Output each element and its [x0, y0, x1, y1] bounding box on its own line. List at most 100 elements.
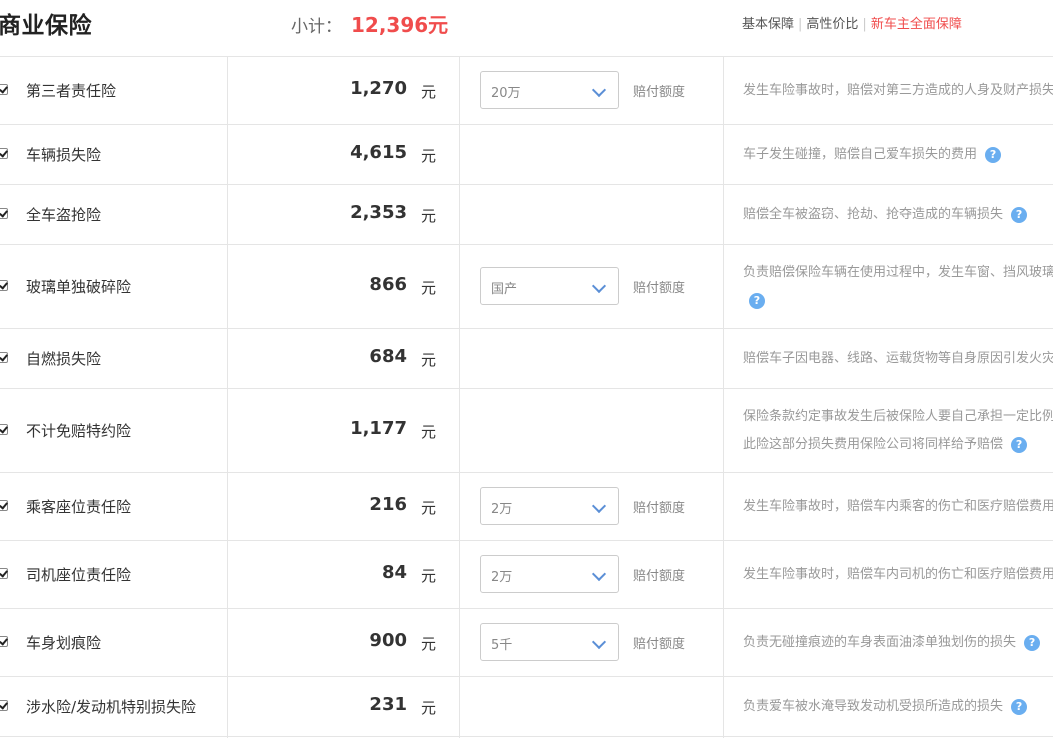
price-unit: 元 [421, 699, 437, 717]
help-icon[interactable]: ? [1011, 436, 1028, 453]
insurance-price: 84 [381, 562, 407, 583]
coverage-select-value: 2万 [491, 570, 513, 585]
coverage-select[interactable]: 2万 [480, 487, 619, 525]
help-icon[interactable]: ? [1011, 206, 1028, 223]
price-unit: 元 [421, 351, 437, 369]
divider: | [798, 17, 803, 32]
insurance-name: 乘客座位责任险 [26, 498, 132, 516]
coverage-select[interactable]: 国产 [480, 267, 619, 305]
insurance-checkbox[interactable] [0, 208, 8, 219]
insurance-name: 司机座位责任险 [26, 566, 132, 584]
coverage-select-value: 2万 [491, 502, 513, 517]
insurance-price: 684 [369, 346, 407, 367]
description-text: 发生车险事故时，赔偿车内司机的伤亡和医疗赔偿费用 [743, 567, 1053, 582]
insurance-row: 司机座位责任险 84 元 2万 赔付额度 发生车险事故时，赔偿车内司机的伤亡和医疗赔… [0, 541, 1053, 609]
description-text: 车子发生碰撞，赔偿自己爱车损失的费用 [743, 147, 978, 162]
coverage-select[interactable]: 2万 [480, 555, 619, 593]
insurance-row: 乘客座位责任险 216 元 2万 赔付额度 发生车险事故时，赔偿车内乘客的伤亡和医疗… [0, 473, 1053, 541]
coverage-label: 赔付额度 [633, 569, 686, 584]
help-icon[interactable]: ? [1011, 698, 1028, 715]
insurance-description: 车子发生碰撞，赔偿自己爱车损失的费用? [743, 141, 1053, 169]
description-text: 负责爱车被水淹导致发动机受损所造成的损失 [743, 699, 1004, 714]
insurance-price: 866 [369, 274, 407, 295]
description-line: ? [743, 287, 1053, 315]
insurance-checkbox[interactable] [0, 424, 8, 435]
insurance-checkbox[interactable] [0, 84, 8, 95]
coverage-select-value: 20万 [491, 86, 521, 101]
plan-selector: 基本保障 | 高性价比 | 新车主全面保障 [742, 13, 962, 32]
price-unit: 元 [421, 279, 437, 297]
insurance-checkbox[interactable] [0, 568, 8, 579]
price-unit: 元 [421, 147, 437, 165]
subtotal-amount: 12,396元 [351, 13, 449, 37]
chevron-down-icon [591, 566, 607, 582]
insurance-row: 车辆损失险 4,615 元 车子发生碰撞，赔偿自己爱车损失的费用? [0, 125, 1053, 185]
coverage-select-value: 国产 [491, 282, 518, 297]
price-unit: 元 [421, 567, 437, 585]
description-text: 发生车险事故时，赔偿车内乘客的伤亡和医疗赔偿费用 [743, 499, 1053, 514]
page-title: 商业保险 [0, 13, 92, 39]
subtotal-label: 小计： [291, 17, 342, 37]
insurance-price: 4,615 [350, 142, 407, 163]
price-unit: 元 [421, 635, 437, 653]
coverage-select-value: 5千 [491, 638, 513, 653]
insurance-row: 车身划痕险 900 元 5千 赔付额度 负责无碰撞痕迹的车身表面油漆单独划伤的损失? [0, 609, 1053, 677]
coverage-label: 赔付额度 [633, 637, 686, 652]
description-line: 负责赔偿保险车辆在使用过程中，发生车窗、挡风玻璃 [743, 265, 1053, 280]
insurance-row: 自燃损失险 684 元 赔偿车子因电器、线路、运载货物等自身原因引发火灾? [0, 329, 1053, 389]
insurance-description: 赔偿全车被盗窃、抢劫、抢夺造成的车辆损失? [743, 201, 1053, 229]
insurance-price: 2,353 [350, 202, 407, 223]
insurance-checkbox[interactable] [0, 280, 8, 291]
insurance-description: 负责爱车被水淹导致发动机受损所造成的损失? [743, 693, 1053, 721]
plan-full-button[interactable]: 新车主全面保障 [871, 17, 962, 32]
insurance-checkbox[interactable] [0, 700, 8, 711]
chevron-down-icon [591, 634, 607, 650]
insurance-name: 第三者责任险 [26, 82, 117, 100]
insurance-name: 涉水险/发动机特别损失险 [26, 698, 197, 716]
coverage-label: 赔付额度 [633, 281, 686, 296]
insurance-checkbox[interactable] [0, 636, 8, 647]
insurance-description: 发生车险事故时，赔偿车内乘客的伤亡和医疗赔偿费用? [743, 493, 1053, 521]
insurance-description: 发生车险事故时，赔偿对第三方造成的人身及财产损失? [743, 77, 1053, 105]
insurance-price: 900 [369, 630, 407, 651]
insurance-name: 玻璃单独破碎险 [26, 278, 132, 296]
insurance-row: 玻璃单独破碎险 866 元 国产 赔付额度 负责赔偿保险车辆在使用过程中，发生车窗、… [0, 245, 1053, 329]
insurance-checkbox[interactable] [0, 148, 8, 159]
insurance-description: 发生车险事故时，赔偿车内司机的伤亡和医疗赔偿费用? [743, 561, 1053, 589]
insurance-price: 1,177 [350, 418, 407, 439]
description-line: 此险这部分损失费用保险公司将同样给予赔偿? [743, 431, 1053, 459]
coverage-select[interactable]: 20万 [480, 71, 619, 109]
insurance-description: 负责赔偿保险车辆在使用过程中，发生车窗、挡风玻璃 ? [743, 259, 1053, 315]
description-text: 负责无碰撞痕迹的车身表面油漆单独划伤的损失 [743, 635, 1017, 650]
divider: | [862, 17, 867, 32]
insurance-checkbox[interactable] [0, 352, 8, 363]
description-line: 保险条款约定事故发生后被保险人要自己承担一定比例 [743, 409, 1053, 424]
coverage-select[interactable]: 5千 [480, 623, 619, 661]
insurance-checkbox[interactable] [0, 500, 8, 511]
plan-basic-button[interactable]: 基本保障 [742, 17, 794, 32]
insurance-row: 不计免赔特约险 1,177 元 保险条款约定事故发生后被保险人要自己承担一定比例 此… [0, 389, 1053, 473]
price-unit: 元 [421, 423, 437, 441]
coverage-label: 赔付额度 [633, 85, 686, 100]
insurance-row: 全车盗抢险 2,353 元 赔偿全车被盗窃、抢劫、抢夺造成的车辆损失? [0, 185, 1053, 245]
insurance-description: 负责无碰撞痕迹的车身表面油漆单独划伤的损失? [743, 629, 1053, 657]
insurance-name: 全车盗抢险 [26, 206, 102, 224]
price-unit: 元 [421, 83, 437, 101]
plan-value-button[interactable]: 高性价比 [806, 17, 858, 32]
insurance-name: 车身划痕险 [26, 634, 102, 652]
chevron-down-icon [591, 278, 607, 294]
insurance-row: 涉水险/发动机特别损失险 231 元 负责爱车被水淹导致发动机受损所造成的损失? [0, 677, 1053, 737]
header: 商业保险 小计： 12,396元 基本保障 | 高性价比 | 新车主全面保障 [0, 0, 1053, 57]
price-unit: 元 [421, 499, 437, 517]
insurance-name: 自燃损失险 [26, 350, 102, 368]
help-icon[interactable]: ? [1024, 634, 1041, 651]
help-icon[interactable]: ? [749, 292, 765, 309]
chevron-down-icon [591, 82, 607, 98]
price-unit: 元 [421, 207, 437, 225]
insurance-price: 231 [369, 694, 407, 715]
insurance-name: 不计免赔特约险 [26, 422, 132, 440]
insurance-row: 第三者责任险 1,270 元 20万 赔付额度 发生车险事故时，赔偿对第三方造成的人… [0, 57, 1053, 125]
help-icon[interactable]: ? [985, 146, 1002, 163]
description-text: 赔偿全车被盗窃、抢劫、抢夺造成的车辆损失 [743, 207, 1004, 222]
description-text: 赔偿车子因电器、线路、运载货物等自身原因引发火灾 [743, 351, 1053, 366]
